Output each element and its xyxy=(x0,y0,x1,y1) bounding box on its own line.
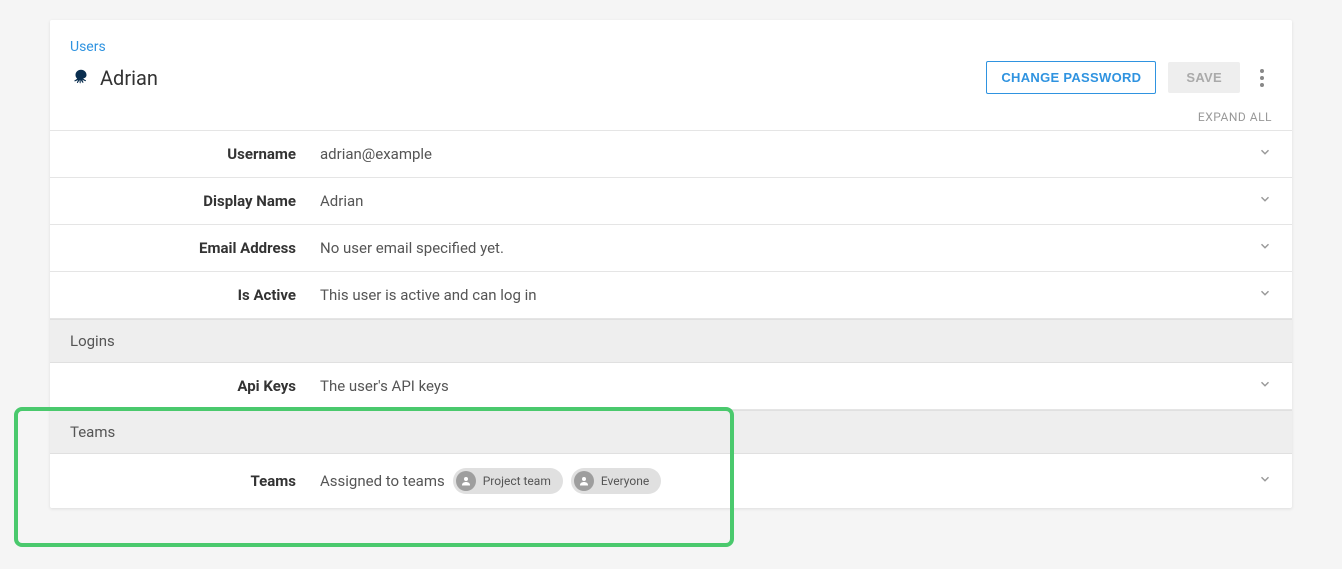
value-is-active: This user is active and can log in xyxy=(320,286,1246,304)
label-username: Username xyxy=(70,145,320,163)
change-password-button[interactable]: CHANGE PASSWORD xyxy=(986,61,1156,94)
section-logins: Logins xyxy=(50,319,1292,363)
label-display-name: Display Name xyxy=(70,192,320,210)
value-email: No user email specified yet. xyxy=(320,239,1246,257)
team-chip-everyone[interactable]: Everyone xyxy=(571,468,661,494)
label-teams: Teams xyxy=(70,472,320,490)
row-teams[interactable]: Teams Assigned to teams Project team Eve… xyxy=(50,454,1292,508)
team-chip-project[interactable]: Project team xyxy=(453,468,563,494)
row-api-keys[interactable]: Api Keys The user's API keys xyxy=(50,363,1292,410)
row-email[interactable]: Email Address No user email specified ye… xyxy=(50,225,1292,272)
row-display-name[interactable]: Display Name Adrian xyxy=(50,178,1292,225)
user-detail-card: Users Adrian CHANGE PASSWORD SAVE EXPAND… xyxy=(50,20,1292,508)
chevron-down-icon[interactable] xyxy=(1246,286,1272,304)
title-row: Adrian CHANGE PASSWORD SAVE xyxy=(70,61,1272,94)
row-username[interactable]: Username adrian@example xyxy=(50,131,1292,178)
value-username: adrian@example xyxy=(320,145,1246,163)
save-button: SAVE xyxy=(1168,62,1240,93)
chip-label: Everyone xyxy=(601,474,649,488)
value-display-name: Adrian xyxy=(320,192,1246,210)
person-icon xyxy=(456,471,476,491)
title-left: Adrian xyxy=(70,66,158,90)
breadcrumb-users[interactable]: Users xyxy=(70,39,106,55)
title-right: CHANGE PASSWORD SAVE xyxy=(986,61,1272,94)
row-is-active[interactable]: Is Active This user is active and can lo… xyxy=(50,272,1292,319)
label-api-keys: Api Keys xyxy=(70,377,320,395)
section-teams: Teams xyxy=(50,410,1292,454)
chip-label: Project team xyxy=(483,474,551,488)
overflow-menu-button[interactable] xyxy=(1252,63,1272,93)
page-title: Adrian xyxy=(100,66,158,90)
label-email: Email Address xyxy=(70,239,320,257)
value-teams: Assigned to teams Project team Everyone xyxy=(320,468,1246,494)
card-header: Users Adrian CHANGE PASSWORD SAVE xyxy=(50,20,1292,104)
chevron-down-icon[interactable] xyxy=(1246,145,1272,163)
chevron-down-icon[interactable] xyxy=(1246,472,1272,490)
person-icon xyxy=(574,471,594,491)
value-api-keys: The user's API keys xyxy=(320,377,1246,395)
octopus-avatar-icon xyxy=(70,67,92,89)
label-is-active: Is Active xyxy=(70,286,320,304)
chevron-down-icon[interactable] xyxy=(1246,192,1272,210)
teams-assigned-text: Assigned to teams xyxy=(320,472,445,490)
chevron-down-icon[interactable] xyxy=(1246,377,1272,395)
expand-all-button[interactable]: EXPAND ALL xyxy=(50,104,1292,131)
chevron-down-icon[interactable] xyxy=(1246,239,1272,257)
